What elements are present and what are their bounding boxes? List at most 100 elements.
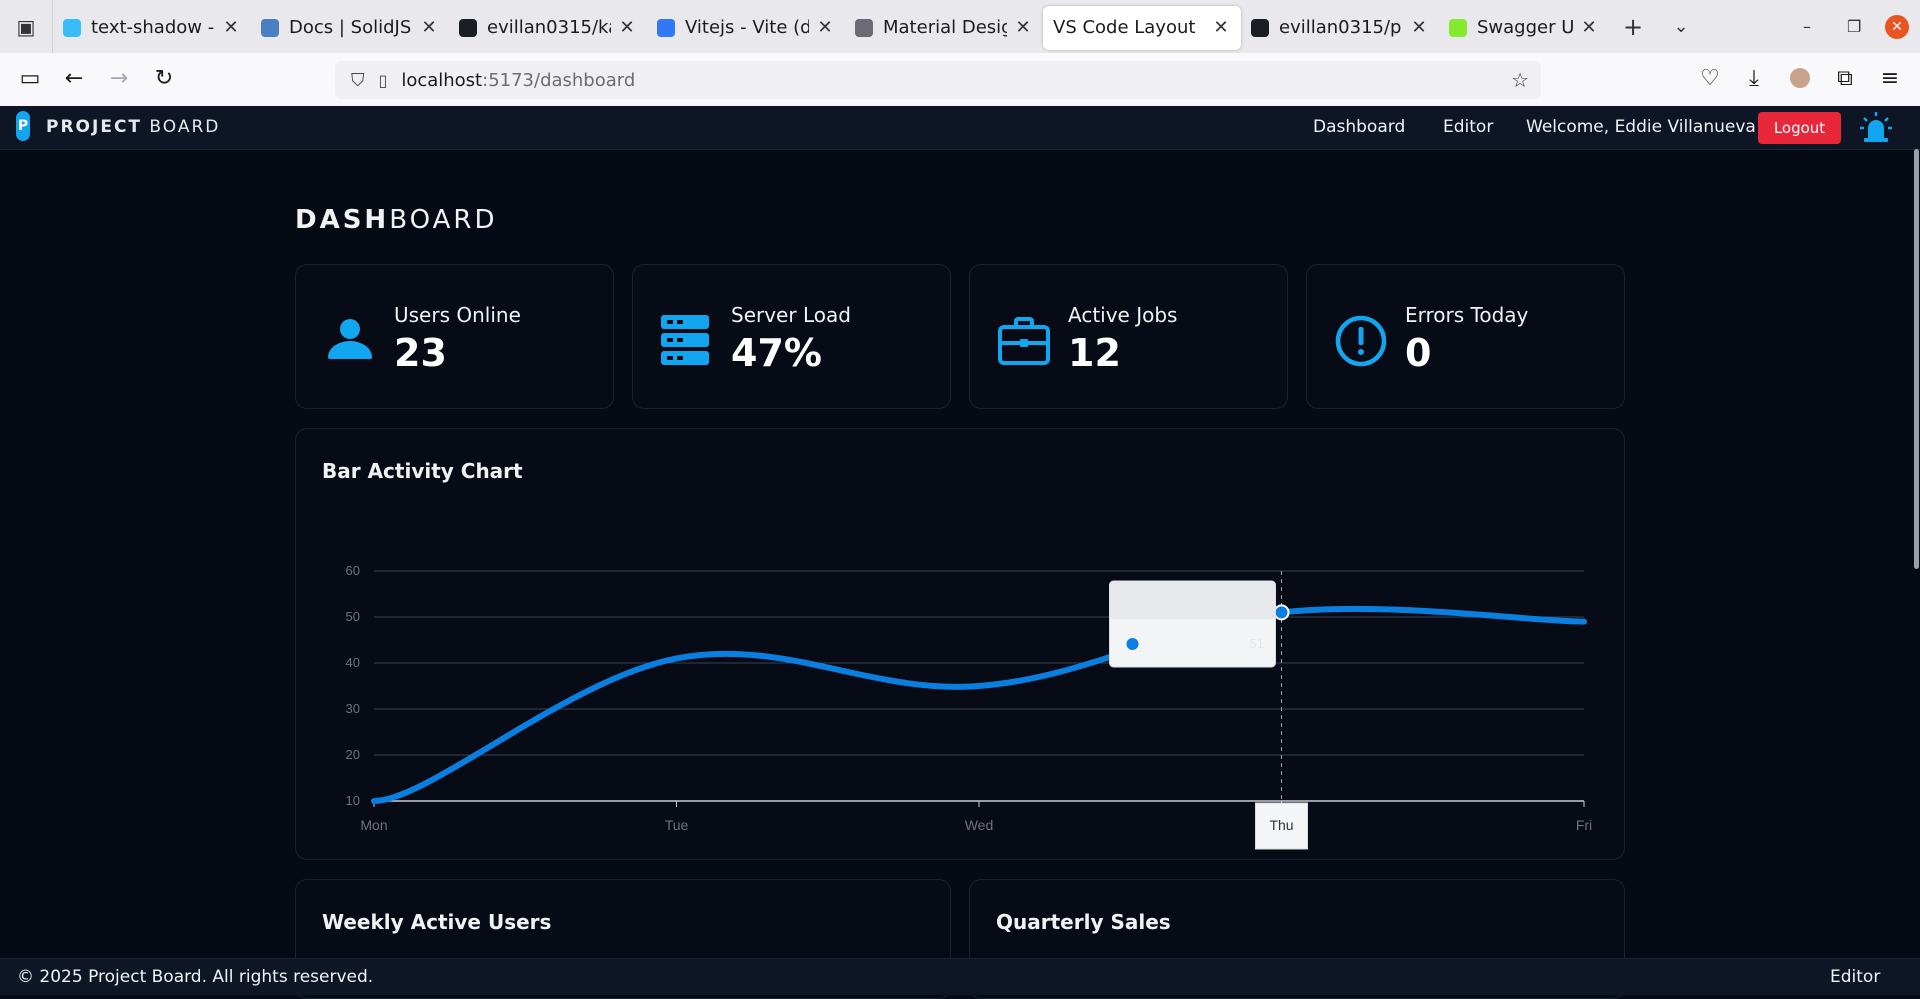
close-icon: ✕ (1885, 14, 1909, 39)
tab-title: Material Design (883, 17, 1007, 38)
app-footer: © 2025 Project Board. All rights reserve… (0, 958, 1920, 995)
logo-icon[interactable]: P (16, 111, 30, 141)
tab-close-icon[interactable]: ✕ (221, 17, 241, 38)
nav-editor-link[interactable]: Editor (1443, 117, 1493, 137)
copyright-text: © 2025 Project Board. All rights reserve… (17, 967, 374, 987)
activity-line-chart[interactable]: 10 20 30 40 50 60 Mon Tue Wed Thu Fri 51 Thu (296, 521, 1624, 851)
browser-tab[interactable]: VS Code Layout ✕ (1043, 5, 1241, 50)
pocket-icon[interactable]: ♡ (1696, 66, 1724, 91)
stat-card-users-online: Users Online 23 (295, 264, 614, 409)
tab-title: Docs | SolidJS (289, 17, 412, 38)
browser-tab[interactable]: Vitejs - Vite (du ✕ (647, 6, 845, 50)
tab-strip: text-shadow - E✕Docs | SolidJS✕evillan03… (53, 4, 1609, 50)
browser-tab[interactable]: evillan0315/pr ✕ (1241, 6, 1439, 50)
card-title: Weekly Active Users (322, 910, 552, 934)
page-info-icon[interactable]: ▯ (379, 71, 388, 90)
browser-tab[interactable]: Material Design ✕ (845, 6, 1043, 50)
browser-tab[interactable]: Docs | SolidJS ✕ (251, 6, 449, 50)
stat-label: Server Load (731, 303, 851, 327)
tab-title: evillan0315/pr (1279, 17, 1403, 38)
page-title-light: BOARD (389, 205, 498, 235)
footer-editor-link[interactable]: Editor (1830, 967, 1880, 987)
welcome-text: Welcome, Eddie Villanueva (1526, 117, 1756, 137)
browser-tab[interactable]: text-shadow - E ✕ (53, 6, 251, 50)
alert-circle-icon (1335, 315, 1387, 367)
series-line (371, 605, 1587, 804)
extensions-icon[interactable]: ⧉ (1831, 66, 1859, 91)
nav-dashboard-link[interactable]: Dashboard (1313, 117, 1405, 137)
favicon-icon (855, 18, 873, 37)
reload-icon[interactable]: ↻ (150, 66, 178, 91)
y-tick-label: 40 (346, 655, 360, 670)
favicon-icon (657, 18, 675, 37)
tab-close-icon[interactable]: ✕ (1579, 17, 1599, 38)
y-tick-label: 30 (346, 701, 360, 716)
favicon-icon (1251, 18, 1269, 37)
window-close-button[interactable]: ✕ (1885, 0, 1909, 53)
tooltip-series-marker (1126, 638, 1139, 650)
brand-light: BOARD (149, 117, 221, 137)
y-axis: 10 20 30 40 50 60 (346, 563, 360, 808)
url-host: localhost (401, 69, 483, 91)
page-title: DASHBOARD (295, 205, 497, 235)
new-tab-icon[interactable]: + (1609, 13, 1657, 41)
favicon-icon (459, 18, 477, 37)
briefcase-icon (998, 317, 1050, 365)
x-tick-label: Fri (1576, 817, 1592, 833)
x-tick-label: Wed (965, 817, 994, 833)
restore-icon[interactable]: ❐ (1847, 0, 1861, 53)
stat-value: 0 (1405, 331, 1432, 375)
alarm-siren-icon[interactable] (1860, 110, 1892, 144)
tooltip-value: 51 (1250, 636, 1264, 651)
tab-close-icon[interactable]: ✕ (1409, 17, 1429, 38)
menu-icon[interactable]: ≡ (1876, 66, 1904, 91)
brand-name[interactable]: PROJECT BOARD (46, 117, 220, 137)
browser-tab[interactable]: evillan0315/ka ✕ (449, 6, 647, 50)
sidebar-toggle-icon[interactable]: ▭ (16, 66, 44, 91)
url-text: localhost:5173/dashboard (401, 70, 635, 91)
stat-value: 47% (731, 331, 822, 375)
tab-title: Vitejs - Vite (du (685, 17, 809, 38)
page-scrollbar[interactable] (1914, 149, 1919, 569)
address-bar[interactable]: ⛉ ▯ localhost:5173/dashboard ☆ (335, 61, 1541, 99)
minimize-icon[interactable]: – (1803, 0, 1811, 53)
stat-label: Active Jobs (1068, 303, 1178, 327)
tab-close-icon[interactable]: ✕ (1013, 17, 1033, 38)
forward-icon[interactable]: → (105, 66, 133, 91)
browser-tab-bar: ▣ text-shadow - E✕Docs | SolidJS✕evillan… (0, 0, 1920, 53)
y-tick-label: 10 (346, 793, 360, 808)
browser-nav-bar: ▭ ← → ↻ ⛉ ▯ localhost:5173/dashboard ☆ ♡… (0, 53, 1920, 107)
activity-chart-card: Bar Activity Chart 10 20 30 40 50 60 Mon Tue We… (295, 428, 1625, 860)
tab-close-icon[interactable]: ✕ (815, 17, 835, 38)
user-icon (328, 319, 372, 359)
tab-close-icon[interactable]: ✕ (617, 17, 637, 38)
stat-label: Users Online (394, 303, 521, 327)
back-icon[interactable]: ← (60, 66, 88, 91)
stat-value: 23 (394, 331, 447, 375)
logout-button[interactable]: Logout (1758, 112, 1841, 144)
browser-tab[interactable]: Swagger UI ✕ (1439, 6, 1609, 50)
app-header: P PROJECT BOARD Dashboard Editor Welcome… (0, 106, 1920, 150)
x-hover-label: Thu (1255, 802, 1308, 850)
tab-title: evillan0315/ka (487, 17, 611, 38)
tooltip-header (1109, 581, 1276, 619)
tab-list-icon[interactable]: ▣ (0, 0, 53, 53)
x-tick-label: Tue (665, 817, 689, 833)
tab-close-icon[interactable]: ✕ (419, 17, 439, 38)
chart-card-title: Bar Activity Chart (322, 459, 523, 483)
tab-title: VS Code Layout (1053, 17, 1196, 38)
tab-overflow-chevron-icon[interactable]: ⌄ (1657, 16, 1705, 37)
y-tick-label: 60 (346, 563, 360, 578)
x-axis: Mon Tue Wed Thu Fri (360, 801, 1592, 833)
shield-icon[interactable]: ⛉ (351, 70, 365, 91)
server-icon (661, 315, 709, 365)
brand-bold: PROJECT (46, 117, 143, 137)
chart-tooltip: 51 (1109, 580, 1276, 668)
hover-point[interactable] (1273, 604, 1290, 621)
tab-title: Swagger UI (1477, 17, 1573, 38)
y-tick-label: 50 (346, 609, 360, 624)
tab-close-icon[interactable]: ✕ (1211, 17, 1231, 38)
downloads-icon[interactable]: ⤓ (1740, 66, 1768, 91)
profile-avatar[interactable] (1786, 68, 1814, 88)
bookmark-star-icon[interactable]: ☆ (1511, 68, 1529, 92)
